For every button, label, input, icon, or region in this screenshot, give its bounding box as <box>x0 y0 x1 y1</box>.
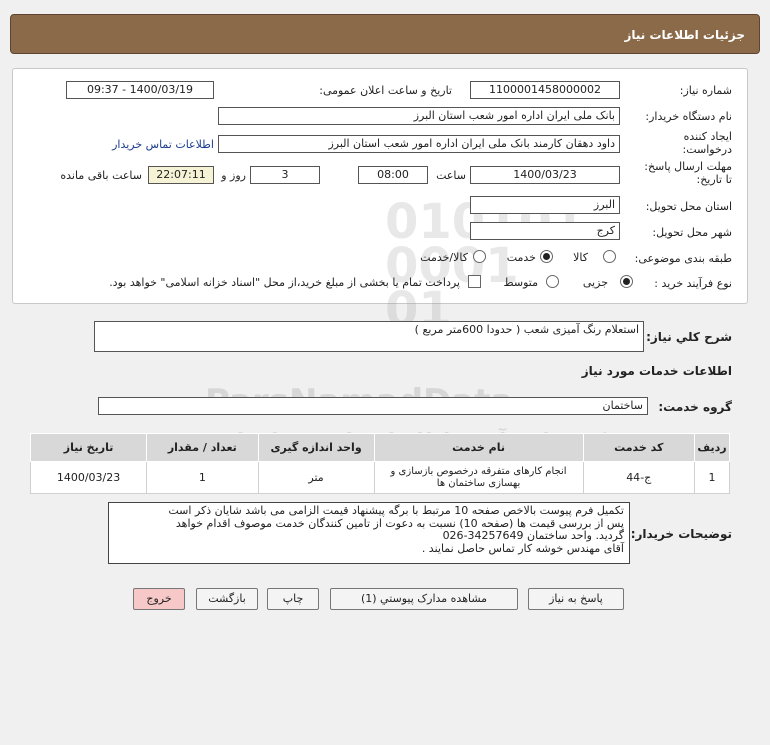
purchase-medium-label: متوسط <box>503 276 538 289</box>
city-label: شهر محل تحویل: <box>652 226 732 239</box>
summary-label: شرح کلي نياز: <box>646 330 732 344</box>
summary-field: استعلام رنگ آمیزی شعب ( حدودا 600متر مرب… <box>94 321 644 352</box>
reply-button[interactable]: پاسخ به نیاز <box>528 588 624 610</box>
col-date-header: تاریخ نیاز <box>29 433 148 462</box>
remaining-label: ساعت باقی مانده <box>60 169 142 182</box>
notes-line: تکمیل فرم پیوست بالاخص صفحه 10 مرتبط با … <box>168 504 624 517</box>
exit-button[interactable]: خروج <box>133 588 185 610</box>
cell-row: 1 <box>693 461 731 494</box>
notes-line: گردید. واحد ساختمان 34257649-026 <box>442 529 624 542</box>
services-table: ردیف کد خدمت نام خدمت واحد اندازه گیری ت… <box>29 433 731 494</box>
category-goods-label: کالا <box>573 251 588 264</box>
col-name-header: نام خدمت <box>373 433 584 462</box>
category-service-radio[interactable] <box>540 250 553 263</box>
treasury-payment-note: پرداخت تمام یا بخشی از مبلغ خرید،از محل … <box>109 276 460 289</box>
purchase-medium-radio[interactable] <box>546 275 559 288</box>
category-goods-service-label: کالا/خدمت <box>420 251 468 264</box>
requester-label-line2: درخواست: <box>682 143 732 156</box>
table-header-row: ردیف کد خدمت نام خدمت واحد اندازه گیری ت… <box>29 433 731 462</box>
category-service-label: خدمت <box>506 251 536 264</box>
deadline-label-line2: تا تاریخ: <box>696 173 732 186</box>
requester-field: داود دهقان کارمند بانک ملی ایران اداره ا… <box>218 135 620 153</box>
purchase-partial-label: جزیی <box>582 276 608 289</box>
days-label: روز و <box>221 169 246 182</box>
treasury-payment-checkbox[interactable] <box>468 275 481 288</box>
deadline-time-field: 08:00 <box>358 166 428 184</box>
cell-name: انجام کارهای متفرقه درخصوص بازسازی و بهس… <box>373 461 584 494</box>
col-code-header: کد خدمت <box>582 433 695 462</box>
page-header: جزئیات اطلاعات نیاز <box>10 14 760 54</box>
need-number-field: 1100001458000002 <box>470 81 620 99</box>
remaining-time-field: 22:07:11 <box>148 166 214 184</box>
cell-qty: 1 <box>146 461 259 494</box>
buyer-contact-link[interactable]: اطلاعات تماس خریدار <box>112 138 214 151</box>
announce-datetime-field: 1400/03/19 - 09:37 <box>66 81 214 99</box>
deadline-label-line1: مهلت ارسال پاسخ: <box>644 160 732 173</box>
buyer-notes-label: توضیحات خریدار: <box>630 527 732 541</box>
col-unit-header: واحد اندازه گیری <box>257 433 375 462</box>
col-qty-header: تعداد / مقدار <box>146 433 259 462</box>
service-group-field: ساختمان <box>98 397 648 415</box>
category-goods-radio[interactable] <box>603 250 616 263</box>
notes-line: آقای مهندس خوشه کار تماس حاصل نمایند . <box>421 541 624 555</box>
city-field: کرج <box>470 222 620 240</box>
back-button[interactable]: بازگشت <box>196 588 258 610</box>
print-button[interactable]: چاپ <box>267 588 319 610</box>
province-label: استان محل تحویل: <box>645 200 732 213</box>
cell-unit: متر <box>257 461 375 494</box>
purchase-type-label: نوع فرآیند خرید : <box>654 277 732 290</box>
buyer-notes-box: تکمیل فرم پیوست بالاخص صفحه 10 مرتبط با … <box>108 502 630 564</box>
page-title: جزئیات اطلاعات نیاز <box>624 28 745 42</box>
table-row: 1 ج-44 انجام کارهای متفرقه درخصوص بازساز… <box>29 461 731 494</box>
buyer-org-field: بانک ملی ایران اداره امور شعب استان البر… <box>218 107 620 125</box>
province-field: البرز <box>470 196 620 214</box>
service-info-heading: اطلاعات خدمات مورد نیاز <box>581 364 732 378</box>
col-row-header: ردیف <box>693 433 731 462</box>
deadline-time-label: ساعت <box>436 169 466 182</box>
category-goods-service-radio[interactable] <box>473 250 486 263</box>
cell-code: ج-44 <box>582 461 695 494</box>
announce-datetime-label: تاریخ و ساعت اعلان عمومی: <box>319 84 452 97</box>
days-field: 3 <box>250 166 320 184</box>
need-number-label: شماره نیاز: <box>679 84 732 97</box>
cell-date: 1400/03/23 <box>29 461 148 494</box>
requester-label-line1: ایجاد کننده <box>683 130 732 143</box>
details-panel <box>12 68 748 304</box>
purchase-partial-radio[interactable] <box>620 275 633 288</box>
buyer-org-label: نام دستگاه خریدار: <box>645 110 732 123</box>
category-label: طبقه بندی موضوعی: <box>634 252 732 265</box>
service-group-label: گروه خدمت: <box>658 400 732 414</box>
attachments-button[interactable]: مشاهده مدارک پیوستي (1) <box>330 588 518 610</box>
deadline-date-field: 1400/03/23 <box>470 166 620 184</box>
